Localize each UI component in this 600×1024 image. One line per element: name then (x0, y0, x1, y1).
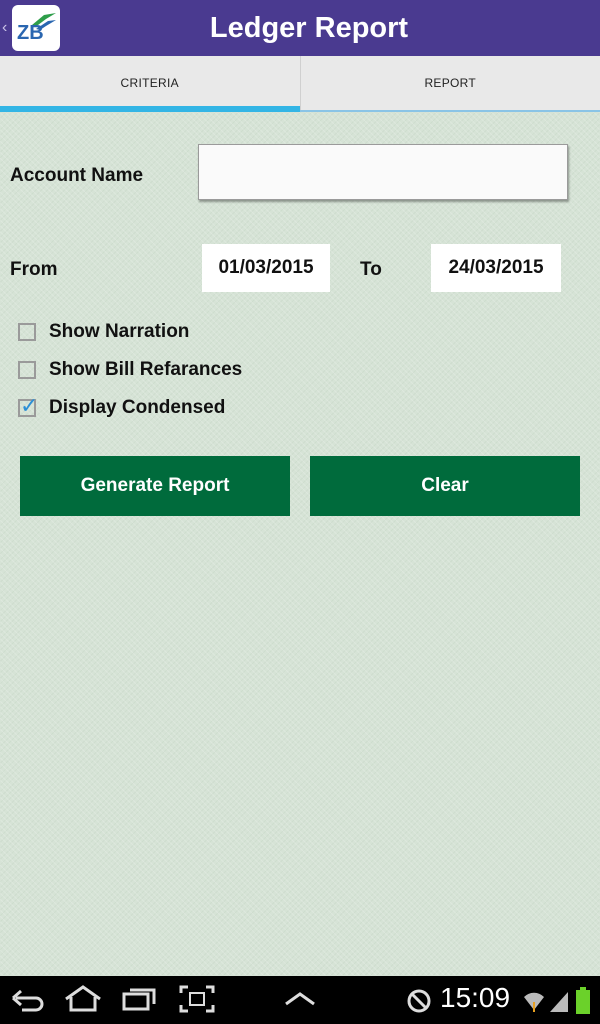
screenshot-icon[interactable] (178, 984, 216, 1014)
show-bill-refarances-option[interactable]: Show Bill Refarances (16, 355, 242, 385)
battery-icon (576, 987, 590, 1014)
to-date-field[interactable]: 24/03/2015 (431, 244, 561, 292)
from-label: From (10, 259, 58, 280)
account-name-label: Account Name (10, 165, 144, 186)
from-date-field[interactable]: 01/03/2015 (202, 244, 330, 292)
page-title: Ledger Report (209, 12, 409, 44)
action-bar: ‹ ZB Ledger Report (0, 0, 600, 56)
tab-bar: CRITERIA REPORT (0, 56, 600, 112)
show-bill-refarances-checkbox[interactable] (18, 361, 36, 379)
display-condensed-checkbox[interactable]: ✓ (18, 395, 38, 417)
signal-icon (550, 992, 568, 1012)
tab-report[interactable]: REPORT (299, 56, 600, 110)
home-icon[interactable] (62, 984, 104, 1014)
wifi-icon (524, 992, 544, 1012)
show-narration-label: Show Narration (49, 321, 190, 342)
menu-up-icon[interactable] (283, 984, 317, 1014)
recent-apps-icon[interactable] (120, 984, 158, 1014)
show-bill-refarances-label: Show Bill Refarances (49, 359, 243, 380)
display-condensed-option[interactable]: ✓ Display Condensed (16, 393, 225, 423)
sync-blocked-icon (407, 989, 431, 1013)
clear-button[interactable]: Clear (310, 456, 580, 516)
show-narration-option[interactable]: Show Narration (16, 317, 189, 347)
show-narration-checkbox[interactable] (18, 323, 36, 341)
generate-report-button[interactable]: Generate Report (20, 456, 290, 516)
clock: 15:09 (440, 982, 511, 1013)
check-mark-icon: ✓ (20, 393, 39, 418)
to-label: To (360, 259, 382, 280)
display-condensed-label: Display Condensed (49, 397, 226, 418)
system-bar: 15:09 (0, 976, 600, 1024)
account-name-input[interactable] (198, 144, 568, 200)
back-icon[interactable] (10, 984, 46, 1014)
tab-criteria[interactable]: CRITERIA (0, 56, 300, 112)
